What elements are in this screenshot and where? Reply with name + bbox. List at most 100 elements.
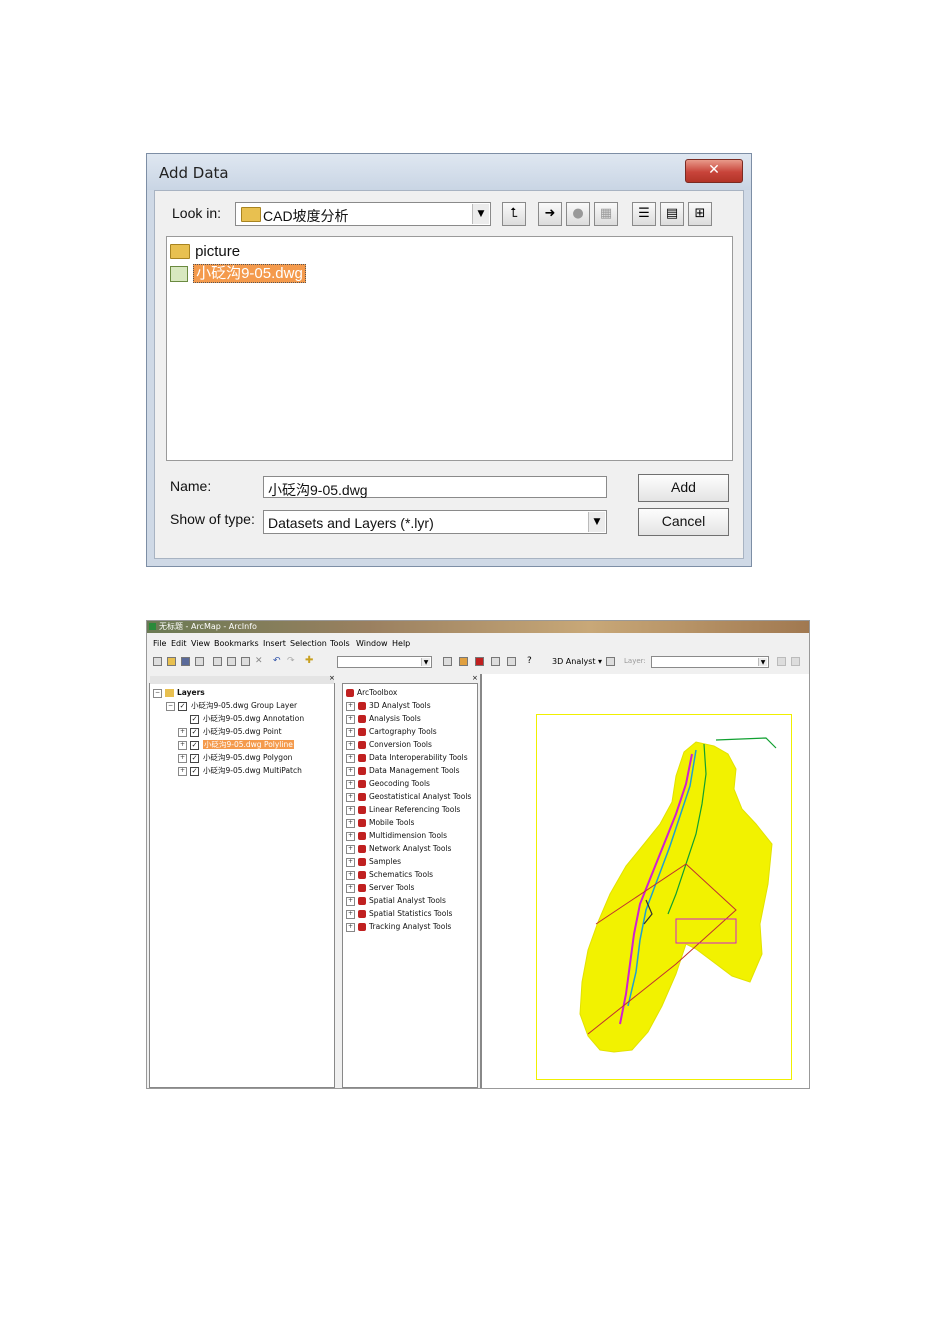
arccatalog-icon[interactable] — [459, 657, 468, 666]
toolbox-item[interactable]: + Analysis Tools — [346, 712, 421, 725]
checkbox-icon[interactable]: ✓ — [190, 766, 199, 776]
list-view-button[interactable]: ☰ — [632, 202, 656, 226]
whats-this-icon[interactable]: ? — [527, 657, 536, 666]
close-button[interactable]: ✕ — [685, 159, 743, 183]
toolbox-item[interactable]: + Tracking Analyst Tools — [346, 920, 451, 933]
new-folder-button[interactable]: ▦ — [594, 202, 618, 226]
show-of-type-dropdown[interactable]: Datasets and Layers (*.lyr) ▼ — [263, 510, 607, 534]
close-icon[interactable]: × — [472, 674, 478, 682]
toolbox-item[interactable]: + Geocoding Tools — [346, 777, 430, 790]
line-of-sight-icon[interactable] — [791, 657, 800, 666]
add-data-icon[interactable]: ✚ — [305, 656, 314, 666]
new-document-icon[interactable] — [153, 657, 162, 666]
collapse-icon[interactable]: − — [153, 688, 162, 698]
connect-folder-button[interactable]: ➜ — [538, 202, 562, 226]
menu-edit[interactable]: Edit — [171, 639, 187, 648]
expand-icon[interactable]: + — [346, 870, 355, 880]
expand-icon[interactable]: + — [346, 727, 355, 737]
toolbox-item[interactable]: + Network Analyst Tools — [346, 842, 451, 855]
toolbox-item[interactable]: +3D Analyst Tools — [346, 699, 431, 712]
toolbox-item[interactable]: + Server Tools — [346, 881, 414, 894]
expand-icon[interactable]: + — [346, 714, 355, 724]
raster-tool-icon[interactable] — [777, 657, 786, 666]
toolbox-item[interactable]: + Geostatistical Analyst Tools — [346, 790, 471, 803]
menu-tools[interactable]: Tools — [330, 639, 350, 648]
toc-layer-row[interactable]: ✓ 小砭沟9-05.dwg Annotation — [190, 712, 304, 725]
menu-insert[interactable]: Insert — [263, 639, 286, 648]
add-button[interactable]: Add — [638, 474, 729, 502]
up-one-level-button[interactable]: ⮤ — [502, 202, 526, 226]
command-line-icon[interactable] — [491, 657, 500, 666]
disconnect-folder-button[interactable]: ● — [566, 202, 590, 226]
toc-layer-row[interactable]: + ✓ 小砭沟9-05.dwg Point — [178, 725, 282, 738]
expand-icon[interactable]: + — [178, 766, 187, 776]
menu-view[interactable]: View — [191, 639, 210, 648]
expand-icon[interactable]: + — [346, 792, 355, 802]
thumbnail-view-button[interactable]: ⊞ — [688, 202, 712, 226]
checkbox-icon[interactable]: ✓ — [190, 753, 199, 763]
cut-icon[interactable] — [213, 657, 222, 666]
save-icon[interactable] — [181, 657, 190, 666]
toolbox-root[interactable]: ArcToolbox — [346, 686, 397, 699]
toolbox-item[interactable]: + Mobile Tools — [346, 816, 414, 829]
close-icon[interactable]: × — [329, 674, 335, 682]
toc-layer-row[interactable]: + ✓ 小砭沟9-05.dwg MultiPatch — [178, 764, 302, 777]
open-icon[interactable] — [167, 657, 176, 666]
collapse-icon[interactable]: − — [166, 701, 175, 711]
expand-icon[interactable]: + — [346, 922, 355, 932]
list-item[interactable]: 小砭沟9-05.dwg — [170, 262, 306, 283]
expand-icon[interactable]: + — [346, 701, 355, 711]
toc-group-row[interactable]: − ✓ 小砭沟9-05.dwg Group Layer — [166, 699, 297, 712]
expand-icon[interactable]: + — [346, 857, 355, 867]
checkbox-icon[interactable]: ✓ — [190, 727, 199, 737]
toc-layer-row[interactable]: + ✓ 小砭沟9-05.dwg Polygon — [178, 751, 292, 764]
paste-icon[interactable] — [241, 657, 250, 666]
checkbox-icon[interactable]: ✓ — [190, 740, 199, 750]
dialog-titlebar[interactable]: Add Data ✕ — [147, 154, 751, 190]
toolbox-item[interactable]: + Linear Referencing Tools — [346, 803, 460, 816]
map-view[interactable] — [480, 674, 809, 1088]
undo-icon[interactable]: ↶ — [273, 657, 282, 666]
delete-icon[interactable]: ✕ — [255, 657, 264, 666]
expand-icon[interactable]: + — [346, 818, 355, 828]
toolbox-item[interactable]: + Data Management Tools — [346, 764, 460, 777]
expand-icon[interactable]: + — [346, 740, 355, 750]
details-view-button[interactable]: ▤ — [660, 202, 684, 226]
checkbox-icon[interactable]: ✓ — [190, 714, 199, 724]
expand-icon[interactable]: + — [178, 727, 187, 737]
menu-help[interactable]: Help — [392, 639, 410, 648]
toolbox-item[interactable]: + Cartography Tools — [346, 725, 437, 738]
expand-icon[interactable]: + — [346, 883, 355, 893]
file-list[interactable]: picture 小砭沟9-05.dwg — [166, 236, 733, 461]
editor-icon[interactable] — [443, 657, 452, 666]
expand-icon[interactable]: + — [346, 779, 355, 789]
redo-icon[interactable]: ↷ — [287, 657, 296, 666]
copy-icon[interactable] — [227, 657, 236, 666]
cancel-button[interactable]: Cancel — [638, 508, 729, 536]
toc-root[interactable]: − Layers — [153, 686, 205, 699]
list-item[interactable]: picture — [170, 241, 240, 260]
toolbox-item[interactable]: + Schematics Tools — [346, 868, 433, 881]
toolbox-item[interactable]: + Spatial Analyst Tools — [346, 894, 446, 907]
print-icon[interactable] — [195, 657, 204, 666]
expand-icon[interactable]: + — [346, 753, 355, 763]
toolbox-item[interactable]: + Multidimension Tools — [346, 829, 447, 842]
modelbuilder-icon[interactable] — [507, 657, 516, 666]
expand-icon[interactable]: + — [178, 753, 187, 763]
menu-bookmarks[interactable]: Bookmarks — [214, 639, 259, 648]
expand-icon[interactable]: + — [346, 831, 355, 841]
expand-icon[interactable]: + — [178, 740, 187, 750]
name-input[interactable]: 小砭沟9-05.dwg — [263, 476, 607, 498]
checkbox-icon[interactable]: ✓ — [178, 701, 187, 711]
toolbox-item[interactable]: + Samples — [346, 855, 401, 868]
expand-icon[interactable]: + — [346, 909, 355, 919]
menu-selection[interactable]: Selection — [290, 639, 327, 648]
menu-file[interactable]: File — [153, 639, 166, 648]
arcmap-titlebar[interactable]: 无标题 - ArcMap - ArcInfo — [147, 621, 809, 633]
expand-icon[interactable]: + — [346, 844, 355, 854]
map-scale-dropdown[interactable]: ▼ — [337, 656, 432, 668]
layer-dropdown[interactable]: ▼ — [651, 656, 769, 668]
expand-icon[interactable]: + — [346, 766, 355, 776]
toolbox-item[interactable]: + Data Interoperability Tools — [346, 751, 468, 764]
3d-analyst-menu[interactable]: 3D Analyst ▾ — [552, 657, 602, 666]
